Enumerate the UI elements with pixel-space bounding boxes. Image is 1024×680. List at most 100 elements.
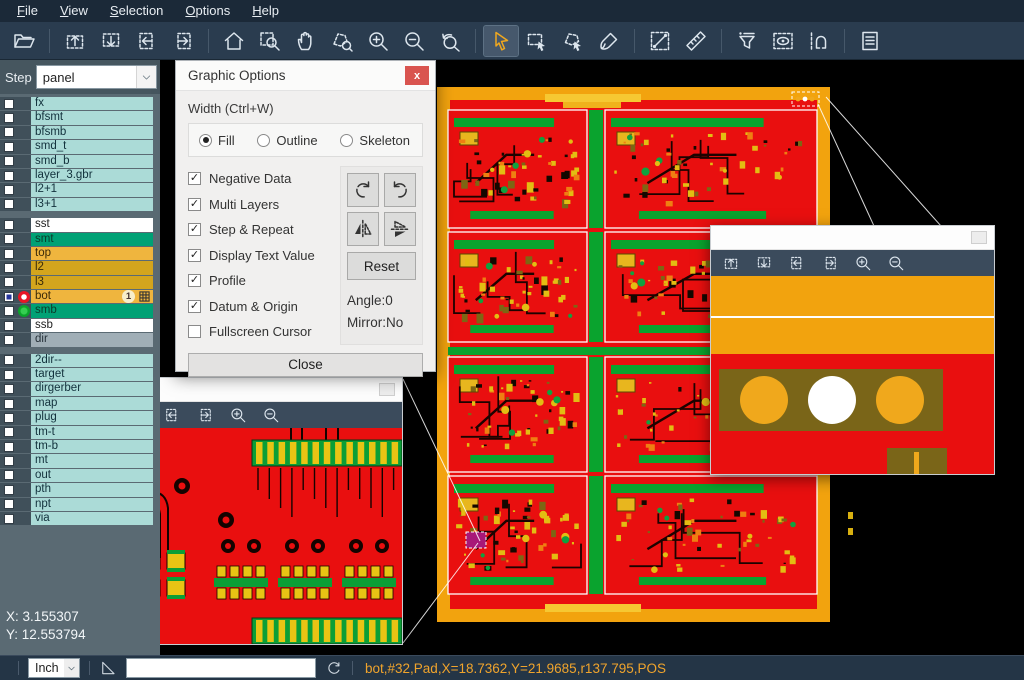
layer-checkbox[interactable] (4, 306, 14, 316)
layer-checkbox[interactable] (4, 99, 14, 109)
checkbox-fullscreen-cursor[interactable]: Fullscreen Cursor (188, 319, 340, 345)
pan-hand-icon[interactable] (289, 26, 323, 56)
layer-checkbox-cell[interactable] (0, 382, 17, 395)
layer-row-tm-b[interactable]: tm-b (0, 440, 160, 453)
chevron-down-icon[interactable] (64, 659, 79, 677)
layer-checkbox-cell[interactable] (0, 333, 17, 346)
layer-row-smd_b[interactable]: smd_b (0, 155, 160, 168)
layer-row-smd_t[interactable]: smd_t (0, 140, 160, 153)
layer-row-target[interactable]: target (0, 368, 160, 381)
command-input[interactable] (126, 658, 316, 678)
refresh-icon[interactable] (325, 659, 343, 677)
layer-row-dirgerber[interactable]: dirgerber (0, 382, 160, 395)
layer-checkbox[interactable] (4, 442, 14, 452)
layer-checkbox[interactable] (4, 427, 14, 437)
layer-checkbox[interactable] (4, 234, 14, 244)
close-icon[interactable]: x (405, 66, 429, 85)
checkbox-display-text-value[interactable]: ✓Display Text Value (188, 243, 340, 269)
filter-icon[interactable] (730, 26, 764, 56)
layer-row-mt[interactable]: mt (0, 454, 160, 467)
layer-checkbox-cell[interactable] (0, 111, 17, 124)
layer-checkbox-cell[interactable] (0, 97, 17, 110)
layer-checkbox[interactable] (4, 199, 14, 209)
layer-row-l2+1[interactable]: l2+1 (0, 183, 160, 196)
select-rect-icon[interactable] (520, 26, 554, 56)
layer-checkbox[interactable] (4, 413, 14, 423)
eye-box-icon[interactable] (766, 26, 800, 56)
layer-checkbox-cell[interactable] (0, 276, 17, 289)
zoom-window-icon[interactable] (253, 26, 287, 56)
close-button[interactable]: Close (188, 353, 423, 377)
layer-name[interactable]: bot1 (31, 290, 153, 303)
layer-checkbox[interactable] (4, 156, 14, 166)
layer-checkbox[interactable] (4, 370, 14, 380)
checkbox-profile[interactable]: ✓Profile (188, 268, 340, 294)
layer-name[interactable]: map (31, 397, 153, 410)
layer-checkbox-cell[interactable] (0, 512, 17, 525)
layer-name[interactable]: plug (31, 411, 153, 424)
layer-checkbox-cell[interactable] (0, 290, 17, 303)
layer-checkbox[interactable] (4, 321, 14, 331)
zoom-in-icon[interactable] (361, 26, 395, 56)
layer-name[interactable]: via (31, 512, 153, 525)
layer-name[interactable]: mt (31, 454, 153, 467)
layer-checkbox-cell[interactable] (0, 498, 17, 511)
layer-name[interactable]: dirgerber (31, 382, 153, 395)
layer-checkbox[interactable] (4, 220, 14, 230)
zoom-in-icon[interactable] (227, 404, 249, 426)
layer-checkbox[interactable] (4, 514, 14, 524)
zoom-window-right-view[interactable] (711, 276, 994, 474)
layer-row-dir[interactable]: dir (0, 333, 160, 346)
layer-name[interactable]: l2 (31, 261, 153, 274)
layer-name[interactable]: bfsmb (31, 126, 153, 139)
zoom-out-icon[interactable] (260, 404, 282, 426)
layer-checkbox[interactable] (4, 277, 14, 287)
ruler-icon[interactable] (679, 26, 713, 56)
zoom-object-icon[interactable] (325, 26, 359, 56)
chevron-down-icon[interactable] (136, 66, 156, 88)
pan-left-icon[interactable] (786, 252, 808, 274)
brush-icon[interactable] (592, 26, 626, 56)
layer-name[interactable]: out (31, 469, 153, 482)
layer-checkbox-cell[interactable] (0, 233, 17, 246)
layer-checkbox[interactable] (4, 113, 14, 123)
layer-checkbox[interactable] (4, 355, 14, 365)
menu-view[interactable]: View (49, 0, 99, 22)
layer-row-map[interactable]: map (0, 397, 160, 410)
layer-name[interactable]: smd_t (31, 140, 153, 153)
layer-row-top[interactable]: top (0, 247, 160, 260)
layer-row-pth[interactable]: pth (0, 483, 160, 496)
layer-row-tm-t[interactable]: tm-t (0, 426, 160, 439)
menu-selection[interactable]: Selection (99, 0, 174, 22)
layer-checkbox-cell[interactable] (0, 397, 17, 410)
dialog-titlebar[interactable]: Graphic Options x (176, 61, 435, 91)
layer-row-out[interactable]: out (0, 469, 160, 482)
radio-skeleton[interactable]: Skeleton (340, 133, 410, 148)
layer-checkbox[interactable] (4, 185, 14, 195)
pan-left-icon[interactable] (161, 404, 183, 426)
checkbox-negative-data[interactable]: ✓Negative Data (188, 166, 340, 192)
layer-checkbox[interactable] (4, 292, 14, 302)
layer-name[interactable]: pth (31, 483, 153, 496)
rotate-ccw-button[interactable] (384, 173, 416, 207)
menu-file[interactable]: File (6, 0, 49, 22)
layer-name[interactable]: npt (31, 498, 153, 511)
layer-row-ssb[interactable]: ssb (0, 319, 160, 332)
pan-down-icon[interactable] (94, 26, 128, 56)
layer-checkbox-cell[interactable] (0, 126, 17, 139)
step-select[interactable]: panel (36, 65, 157, 89)
layer-checkbox[interactable] (4, 399, 14, 409)
zoom-window-right-titlebar[interactable] (711, 226, 994, 250)
layer-checkbox-cell[interactable] (0, 426, 17, 439)
layer-row-npt[interactable]: npt (0, 498, 160, 511)
layer-row-bfsmt[interactable]: bfsmt (0, 111, 160, 124)
layer-name[interactable]: smb (31, 304, 153, 317)
layer-checkbox-cell[interactable] (0, 354, 17, 367)
grid-icon[interactable] (139, 291, 150, 302)
layer-name[interactable]: target (31, 368, 153, 381)
layer-checkbox-cell[interactable] (0, 140, 17, 153)
layer-checkbox[interactable] (4, 485, 14, 495)
layer-name[interactable]: fx (31, 97, 153, 110)
checkbox-multi-layers[interactable]: ✓Multi Layers (188, 192, 340, 218)
zoom-window-right[interactable] (710, 225, 995, 475)
